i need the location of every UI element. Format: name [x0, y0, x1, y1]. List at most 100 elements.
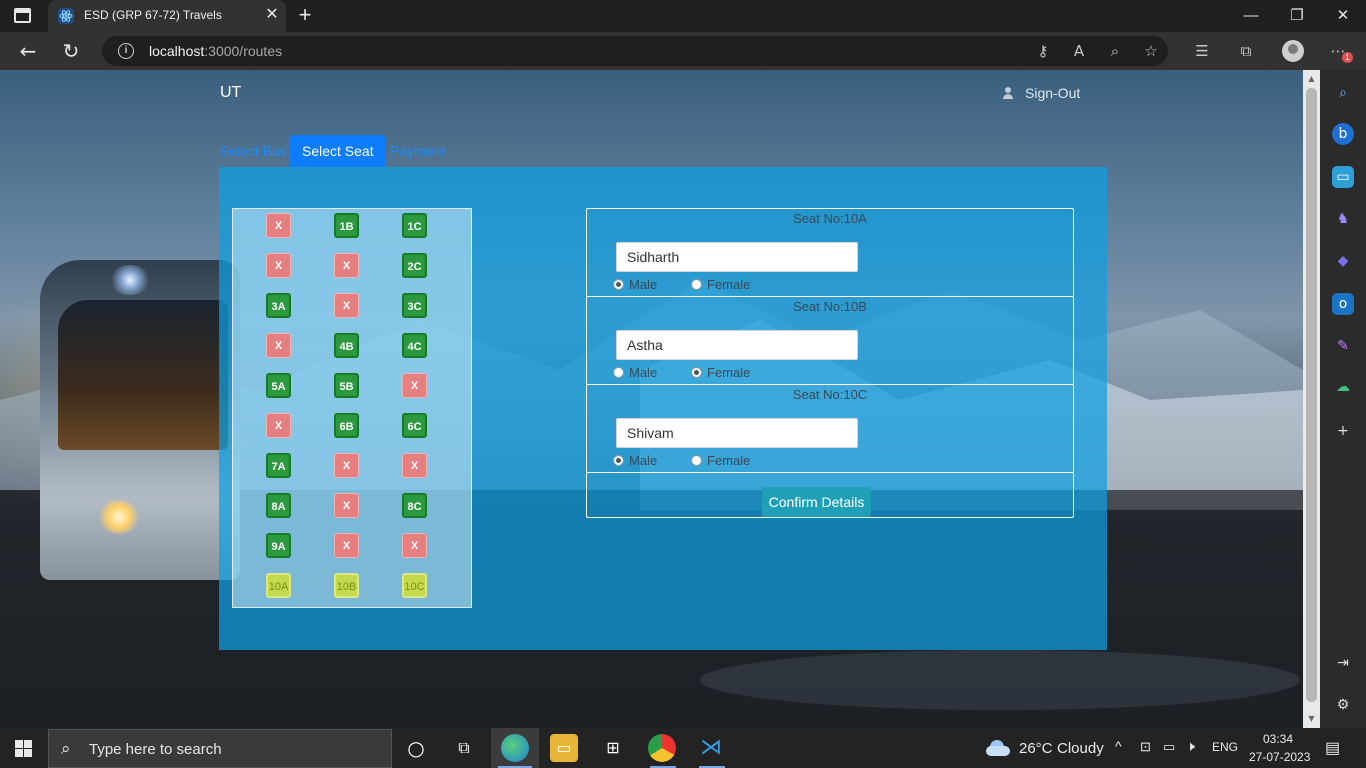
back-icon[interactable]: ← — [13, 38, 43, 64]
seat-selected[interactable]: 10A — [266, 573, 291, 598]
search-icon[interactable]: ⌕ — [1332, 82, 1354, 104]
confirm-details-button[interactable]: Confirm Details — [762, 487, 871, 517]
address-bar[interactable]: i localhost:3000/routes — [102, 36, 1168, 66]
step-select-seat[interactable]: Select Seat — [290, 135, 386, 167]
male-radio[interactable] — [613, 455, 624, 466]
url-host: localhost — [149, 43, 205, 59]
tray-overflow-icon[interactable]: ^ — [1115, 738, 1122, 754]
scroll-up-icon[interactable]: ▲ — [1303, 72, 1320, 86]
favorite-add-icon[interactable]: ☆ — [1141, 41, 1161, 61]
add-sidebar-icon[interactable]: + — [1332, 420, 1354, 442]
female-label: Female — [707, 277, 751, 292]
passenger-block: Seat No:10A Sidharth Male Female — [587, 209, 1073, 297]
windows-start-icon[interactable] — [15, 740, 32, 757]
task-view-icon[interactable]: ⧉ — [450, 734, 478, 762]
seat-selected[interactable]: 10B — [334, 573, 359, 598]
outlook-icon[interactable]: o — [1332, 293, 1354, 315]
male-radio[interactable] — [613, 367, 624, 378]
clock-date[interactable]: 27-07-2023 — [1249, 750, 1310, 764]
seat-available[interactable]: 3C — [402, 293, 427, 318]
browser-tab[interactable]: ESD (GRP 67-72) Travels ✕ — [48, 0, 286, 32]
brand-logo[interactable]: UT — [220, 84, 241, 102]
profile-icon[interactable] — [1282, 40, 1304, 62]
vscode-icon[interactable]: ⋊ — [697, 734, 725, 762]
seat-available[interactable]: 7A — [266, 453, 291, 478]
seat-available[interactable]: 8C — [402, 493, 427, 518]
female-radio[interactable] — [691, 455, 702, 466]
female-radio[interactable] — [691, 279, 702, 290]
passenger-name-input[interactable]: Sidharth — [616, 242, 858, 272]
clock-time[interactable]: 03:34 — [1263, 732, 1293, 746]
designer-icon[interactable]: ✎ — [1332, 335, 1354, 357]
edge-sidebar: ⌕ b ▭ ♞ ◆ o ✎ ☁ + ⇥ ⚙ — [1320, 70, 1366, 728]
seat-booked: X — [402, 373, 427, 398]
step-payment[interactable]: Payment — [390, 135, 445, 167]
seat-available[interactable]: 6C — [402, 413, 427, 438]
favorites-icon[interactable]: ☰ — [1192, 41, 1212, 61]
volume-muted-icon[interactable]: 🕨 — [1186, 738, 1195, 755]
seat-available[interactable]: 9A — [266, 533, 291, 558]
male-label: Male — [629, 453, 658, 468]
office-icon[interactable]: ◆ — [1332, 250, 1354, 272]
shopping-icon[interactable]: ▭ — [1332, 166, 1354, 188]
seat-booked: X — [402, 453, 427, 478]
key-icon[interactable]: ⚷ — [1033, 41, 1053, 61]
seat-available[interactable]: 3A — [266, 293, 291, 318]
seat-booked: X — [334, 533, 359, 558]
tab-actions-icon[interactable] — [14, 8, 31, 23]
signout-link[interactable]: Sign-Out — [1003, 85, 1080, 101]
site-info-icon[interactable]: i — [118, 43, 134, 59]
female-radio[interactable] — [691, 367, 702, 378]
step-select-bus[interactable]: Select Bus — [220, 135, 287, 167]
collections-icon[interactable]: ⧉ — [1236, 41, 1256, 61]
seat-available[interactable]: 1B — [334, 213, 359, 238]
windows-taskbar: ⌕ Type here to search ○ ⧉ ▭ ⊞ ⋊ 26°C Clo… — [0, 728, 1366, 768]
passenger-name-input[interactable]: Astha — [616, 330, 858, 360]
bing-icon[interactable]: b — [1332, 123, 1354, 145]
chrome-icon[interactable] — [648, 734, 676, 762]
notifications-icon[interactable]: ▤ — [1325, 738, 1340, 758]
weather-cloud-icon[interactable] — [986, 740, 1010, 756]
drop-icon[interactable]: ☁ — [1332, 376, 1354, 398]
seat-available[interactable]: 8A — [266, 493, 291, 518]
tab-title: ESD (GRP 67-72) Travels — [84, 8, 222, 22]
battery-icon[interactable]: ▭ — [1163, 739, 1175, 755]
seat-available[interactable]: 5B — [334, 373, 359, 398]
page-scrollbar[interactable]: ▲ ▼ — [1303, 70, 1320, 728]
cortana-icon[interactable]: ○ — [402, 734, 430, 762]
tab-close-icon[interactable]: ✕ — [264, 6, 280, 24]
close-window-button[interactable]: ✕ — [1320, 0, 1366, 32]
bus-window — [58, 300, 228, 450]
new-tab-button[interactable]: + — [294, 4, 316, 28]
search-icon: ⌕ — [61, 739, 71, 759]
scroll-thumb[interactable] — [1306, 88, 1317, 702]
games-icon[interactable]: ♞ — [1332, 208, 1354, 230]
seat-available[interactable]: 5A — [266, 373, 291, 398]
scroll-down-icon[interactable]: ▼ — [1303, 712, 1320, 726]
file-explorer-icon[interactable]: ▭ — [550, 734, 578, 762]
sidebar-settings-icon[interactable]: ⚙ — [1332, 694, 1354, 716]
maximize-button[interactable]: ❐ — [1274, 0, 1320, 32]
hide-sidebar-icon[interactable]: ⇥ — [1332, 652, 1354, 674]
weather-temp[interactable]: 26°C — [1019, 740, 1053, 757]
url-text[interactable]: localhost:3000/routes — [149, 43, 282, 59]
seat-available[interactable]: 1C — [402, 213, 427, 238]
language-indicator[interactable]: ENG — [1212, 740, 1238, 754]
female-label: Female — [707, 453, 751, 468]
passenger-name-input[interactable]: Shivam — [616, 418, 858, 448]
minimize-button[interactable]: — — [1228, 0, 1274, 32]
read-aloud-icon[interactable]: A — [1069, 41, 1089, 61]
edge-icon[interactable] — [501, 734, 529, 762]
male-radio[interactable] — [613, 279, 624, 290]
seat-selected[interactable]: 10C — [402, 573, 427, 598]
seat-available[interactable]: 4C — [402, 333, 427, 358]
taskbar-search[interactable]: ⌕ Type here to search — [48, 729, 392, 768]
refresh-icon[interactable]: ↻ — [56, 38, 86, 64]
store-icon[interactable]: ⊞ — [599, 734, 627, 762]
seat-available[interactable]: 6B — [334, 413, 359, 438]
seat-available[interactable]: 2C — [402, 253, 427, 278]
meet-now-icon[interactable]: ⊡ — [1140, 739, 1151, 755]
seat-available[interactable]: 4B — [334, 333, 359, 358]
weather-text[interactable]: Cloudy — [1057, 740, 1104, 757]
zoom-icon[interactable]: ⌕ — [1105, 41, 1125, 61]
